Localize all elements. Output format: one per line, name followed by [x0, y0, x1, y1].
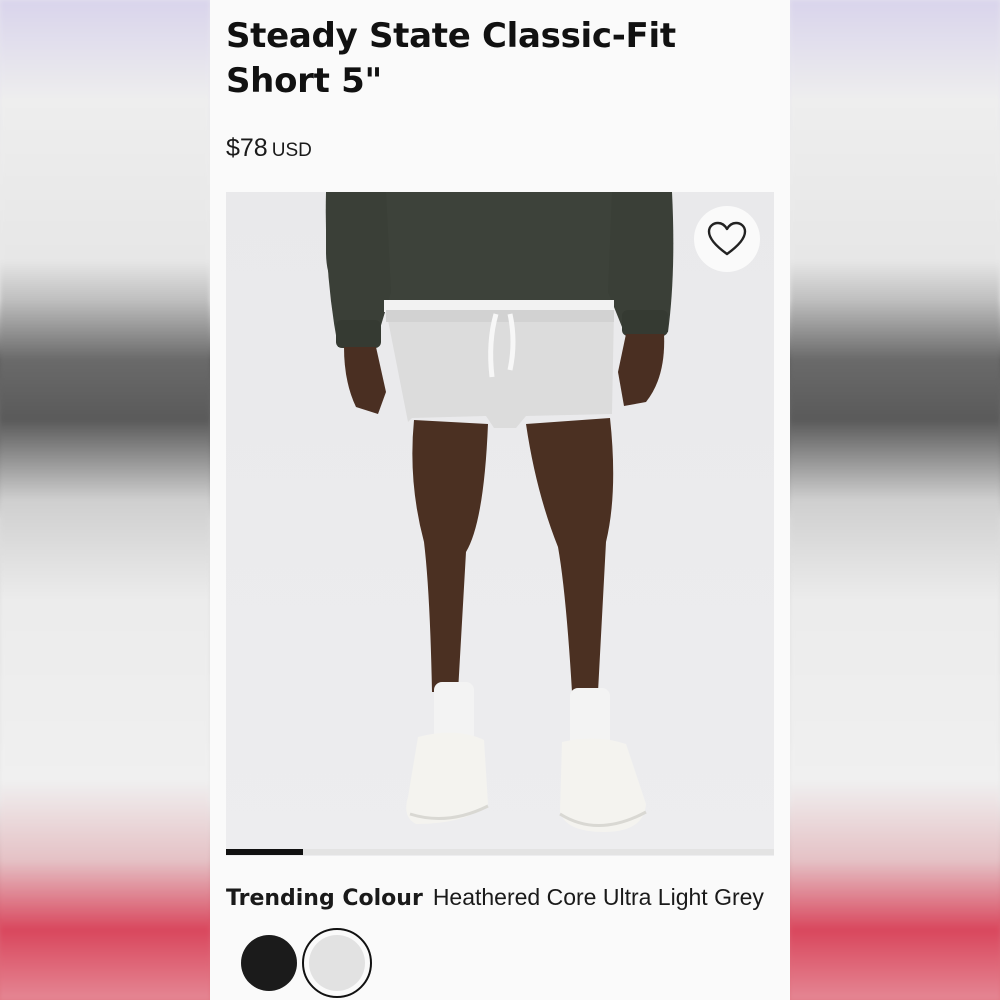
colour-swatch[interactable] — [302, 928, 372, 998]
gallery-progress-track — [226, 849, 774, 855]
product-image-carousel[interactable] — [226, 192, 774, 856]
product-photo — [226, 192, 774, 856]
background-blur-left — [0, 0, 210, 1000]
gallery-progress-fill — [226, 849, 303, 855]
colour-label: Trending Colour — [226, 886, 423, 911]
swatch-color — [241, 935, 297, 991]
favorite-button[interactable] — [694, 206, 760, 272]
heart-outline-icon — [707, 221, 747, 256]
colour-info: Trending Colour Heathered Core Ultra Ligh… — [226, 884, 786, 911]
product-page: Steady State Classic-Fit Short 5" $78 USD — [210, 0, 790, 1000]
swatch-color — [309, 935, 365, 991]
price-currency: USD — [271, 140, 312, 161]
background-blur-right — [790, 0, 1000, 1000]
colour-swatch[interactable] — [234, 928, 304, 998]
price-amount: $78 — [226, 134, 268, 162]
product-price: $78 USD — [226, 134, 312, 163]
selected-colour-name: Heathered Core Ultra Light Grey — [432, 884, 764, 910]
product-title: Steady State Classic-Fit Short 5" — [226, 16, 676, 101]
